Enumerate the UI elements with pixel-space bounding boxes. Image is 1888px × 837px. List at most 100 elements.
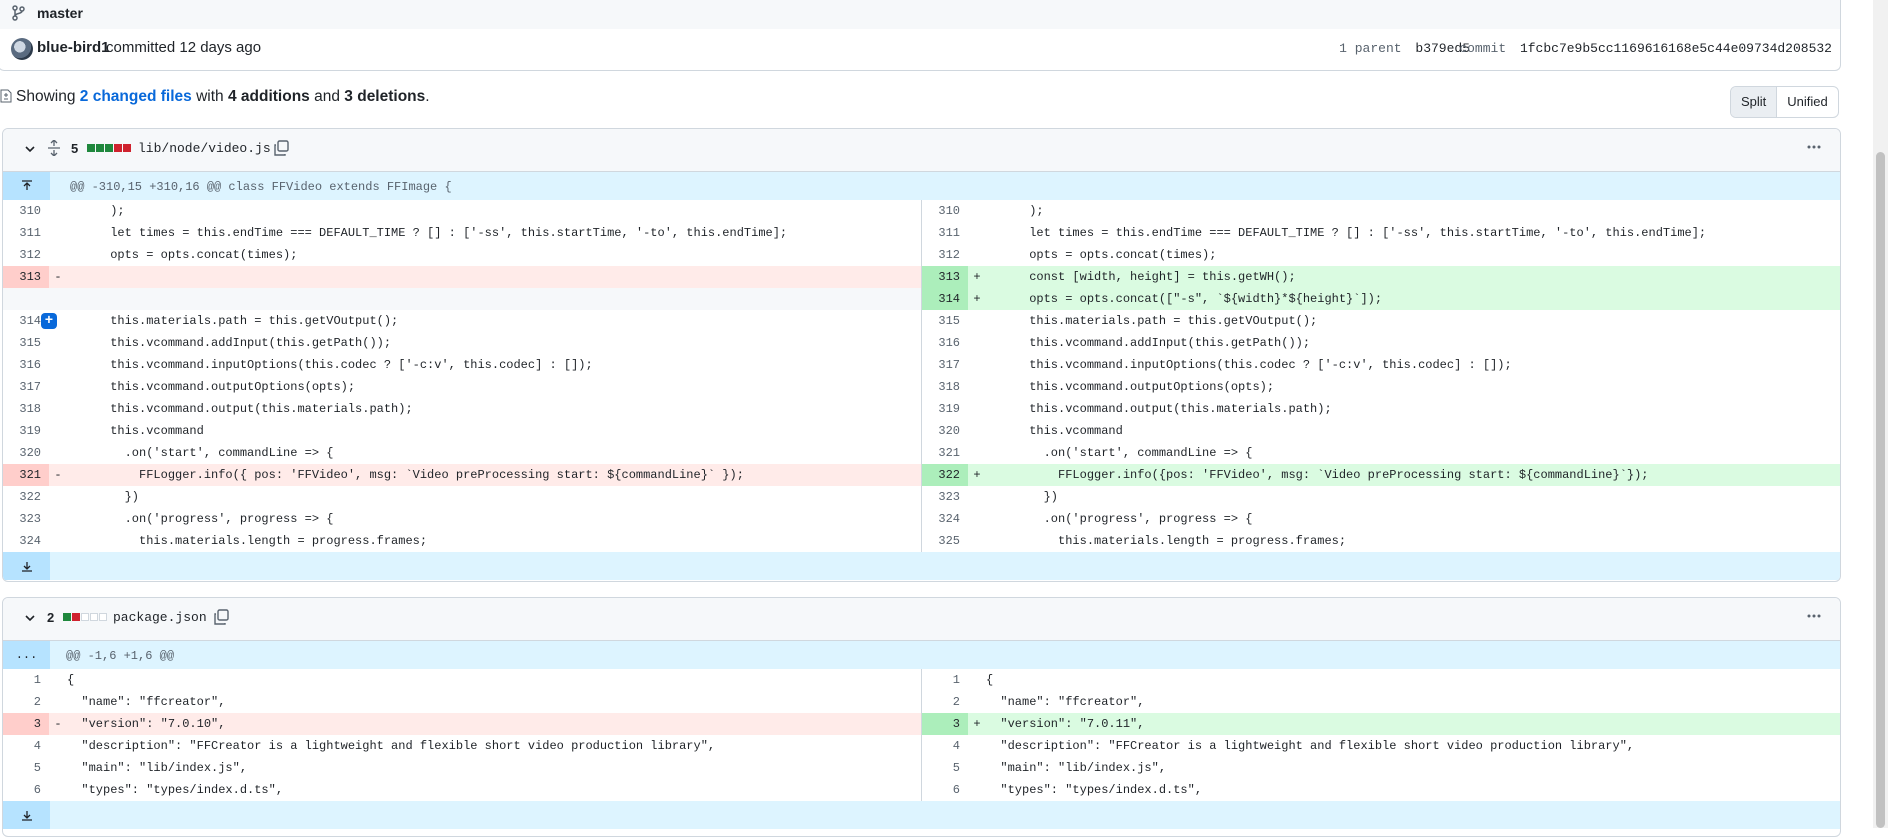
code-line: this.vcommand.output(this.materials.path… xyxy=(67,402,413,416)
line-number[interactable]: 315 xyxy=(922,310,968,332)
scrollbar-thumb[interactable] xyxy=(1876,152,1885,828)
line-number[interactable]: 322 xyxy=(3,486,49,508)
line-number[interactable]: 318 xyxy=(922,376,968,398)
line-number[interactable]: 5 xyxy=(922,757,968,779)
old-line: 320 .on('start', commandLine => { xyxy=(3,442,922,464)
line-number[interactable]: 3 xyxy=(922,713,968,735)
line-number[interactable]: 322 xyxy=(922,464,968,486)
old-line: 5 "main": "lib/index.js", xyxy=(3,757,922,779)
old-line: 318 this.vcommand.output(this.materials.… xyxy=(3,398,922,420)
line-number[interactable]: 318 xyxy=(3,398,49,420)
code-line: this.vcommand.inputOptions(this.codec ? … xyxy=(986,358,1512,372)
diff-marker: - xyxy=(54,468,62,482)
line-number[interactable]: 311 xyxy=(922,222,968,244)
old-line: 1{ xyxy=(3,669,922,691)
code-line: this.materials.length = progress.frames; xyxy=(67,534,428,548)
diffstat-block xyxy=(87,144,95,152)
avatar[interactable] xyxy=(11,38,33,60)
line-number[interactable] xyxy=(3,288,49,310)
line-number[interactable]: 317 xyxy=(922,354,968,376)
diff-view-toggle: Split Unified xyxy=(1730,86,1839,118)
line-number[interactable]: 323 xyxy=(3,508,49,530)
diff-marker xyxy=(968,310,986,332)
diff-row: 319 this.vcommand 320 this.vcommand xyxy=(3,420,1840,442)
line-number[interactable]: 311 xyxy=(3,222,49,244)
new-line: 319 this.vcommand.output(this.materials.… xyxy=(922,398,1840,420)
line-number[interactable]: 320 xyxy=(3,442,49,464)
diff-rows: 310 ); 310 ); 311 let times = this.endTime… xyxy=(3,200,1840,552)
unified-view-button[interactable]: Unified xyxy=(1777,87,1837,117)
line-number[interactable]: 4 xyxy=(3,735,49,757)
diff-marker: - xyxy=(54,717,62,731)
line-number[interactable]: 5 xyxy=(3,757,49,779)
line-number[interactable]: 314 xyxy=(922,288,968,310)
expand-up-icon[interactable] xyxy=(3,172,50,200)
line-number[interactable]: 316 xyxy=(3,354,49,376)
expand-hunk-button[interactable]: ... xyxy=(3,641,50,669)
file-name[interactable]: lib/node/video.js xyxy=(138,141,271,156)
expand-down-icon[interactable] xyxy=(3,801,50,829)
file-name[interactable]: package.json xyxy=(113,610,207,625)
code-line: "version": "7.0.10", xyxy=(67,717,226,731)
line-number[interactable]: 312 xyxy=(922,244,968,266)
diffstat-block xyxy=(99,613,107,621)
line-number[interactable]: 321 xyxy=(3,464,49,486)
new-line: 316 this.vcommand.addInput(this.getPath(… xyxy=(922,332,1840,354)
line-number[interactable]: 2 xyxy=(3,691,49,713)
line-number[interactable]: 317 xyxy=(3,376,49,398)
expand-all-icon[interactable] xyxy=(47,139,61,159)
line-number[interactable]: 321 xyxy=(922,442,968,464)
line-number[interactable]: 320 xyxy=(922,420,968,442)
diff-row: 322 }) 323 }) xyxy=(3,486,1840,508)
line-number[interactable]: 3 xyxy=(3,713,49,735)
line-number[interactable]: 315 xyxy=(3,332,49,354)
more-options-icon[interactable] xyxy=(1806,608,1822,627)
line-number[interactable]: 6 xyxy=(922,779,968,801)
line-number[interactable]: 316 xyxy=(922,332,968,354)
branch-name[interactable]: master xyxy=(37,5,83,21)
code-line: "types": "types/index.d.ts", xyxy=(67,783,284,797)
old-line: 4 "description": "FFCreator is a lightwe… xyxy=(3,735,922,757)
chevron-down-icon[interactable] xyxy=(23,142,37,159)
diff-row: 2 "name": "ffcreator", 2 "name": "ffcreat… xyxy=(3,691,1840,713)
line-number[interactable]: 1 xyxy=(3,669,49,691)
code-line: this.vcommand.inputOptions(this.codec ? … xyxy=(67,358,593,372)
line-number[interactable]: 319 xyxy=(3,420,49,442)
line-number[interactable]: 319 xyxy=(922,398,968,420)
diff-row: 320 .on('start', commandLine => {321 .on… xyxy=(3,442,1840,464)
diff-marker xyxy=(49,486,67,508)
line-number[interactable]: 2 xyxy=(922,691,968,713)
expand-down-icon[interactable] xyxy=(3,552,50,580)
line-number[interactable]: 4 xyxy=(922,735,968,757)
chevron-down-icon[interactable] xyxy=(23,611,37,628)
line-number[interactable]: 324 xyxy=(922,508,968,530)
line-number[interactable]: 310 xyxy=(922,200,968,222)
code-line: .on('progress', progress => { xyxy=(67,512,334,526)
code-line: this.vcommand xyxy=(986,424,1123,438)
copy-icon[interactable] xyxy=(273,140,289,159)
diff-marker xyxy=(968,222,986,244)
diff-marker xyxy=(968,508,986,530)
line-number[interactable]: 313 xyxy=(922,266,968,288)
hunk-range: @@ -1,6 +1,6 @@ xyxy=(66,649,175,663)
line-number[interactable]: 1 xyxy=(922,669,968,691)
add-comment-button[interactable]: + xyxy=(41,313,57,329)
diff-marker xyxy=(968,200,986,222)
diffstat-block xyxy=(96,144,104,152)
old-line: 315 this.vcommand.addInput(this.getPath(… xyxy=(3,332,922,354)
changed-files-link[interactable]: 2 changed files xyxy=(80,88,192,105)
line-number[interactable]: 323 xyxy=(922,486,968,508)
page-scrollbar[interactable] xyxy=(1873,0,1888,828)
commit-author[interactable]: blue-bird1 xyxy=(37,39,110,56)
line-number[interactable]: 313 xyxy=(3,266,49,288)
diff-row: 314 this.materials.path = this.getVOutpu… xyxy=(3,310,1840,332)
copy-icon[interactable] xyxy=(213,609,229,628)
line-number[interactable]: 6 xyxy=(3,779,49,801)
split-view-button[interactable]: Split xyxy=(1731,87,1778,117)
line-number[interactable]: 324 xyxy=(3,530,49,552)
line-number[interactable]: 312 xyxy=(3,244,49,266)
more-options-icon[interactable] xyxy=(1806,139,1822,158)
line-number[interactable]: 325 xyxy=(922,530,968,552)
file-header: 2 package.json xyxy=(3,598,1840,641)
line-number[interactable]: 310 xyxy=(3,200,49,222)
